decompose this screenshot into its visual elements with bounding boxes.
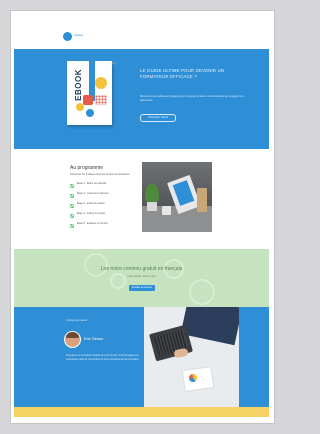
cover-dots-pattern [95,95,107,105]
laptop-photo [144,307,239,407]
programme-intro: Découvrez les 5 étapes clés pour réussir… [70,173,130,176]
list-item-text: Étape 5 : améliorer en continu [77,223,108,225]
check-icon [70,183,74,188]
list-item-text: Étape 4 : évaluer les acquis [77,213,106,215]
check-icon [70,213,74,218]
list-item: Étape 1 : définir vos objectifs [70,183,138,193]
avatar [64,331,81,348]
list-item-text: Étape 2 : concevoir le parcours [77,193,109,195]
check-icon [70,203,74,208]
ebook-title: EBOOK [74,69,83,101]
hero-heading: LE GUIDE ULTIME POUR DEVENIR UN FORMATEU… [140,68,225,79]
plant-pot-shape [147,202,157,211]
circle-logo-icon[interactable] [63,32,72,41]
green-cta-band: Lire notre contenu gratuit en français A… [14,249,269,307]
gear-decoration-icon [189,279,215,305]
squiggle-decoration-icon: 〰 [110,62,117,68]
hero-description: Découvrez les meilleures pratiques pour … [140,95,244,102]
plant-shape [145,184,159,204]
hand-shape [173,347,189,359]
author-label: À propos de l'auteur [66,319,88,322]
avatar-hair [66,332,79,338]
list-item-text: Étape 3 : animer la session [77,203,105,205]
list-item: Étape 2 : concevoir le parcours [70,193,138,203]
list-item: Étape 4 : évaluer les acquis [70,213,138,223]
list-item: Étape 5 : améliorer en continu [70,223,138,233]
gear-decoration-icon [84,253,108,277]
pen-cup-shape [197,188,207,212]
check-icon [70,193,74,198]
logo-text[interactable]: digital [74,33,83,37]
check-icon [70,223,74,228]
programme-list: Étape 1 : définir vos objectifs Étape 2 … [70,183,138,233]
green-subtitle: Accès illimité | Mises à jour [127,275,156,278]
access-content-button[interactable]: Accéder au contenu [129,285,155,291]
author-section: À propos de l'auteur Eric Simon Formateu… [14,307,269,407]
programme-section: Au programme Découvrez les 5 étapes clés… [14,149,269,249]
programme-title: Au programme [70,165,104,171]
cover-circle-shape [95,77,107,89]
desk-photo [142,162,212,232]
cover-block-shape [83,95,93,105]
landing-page: digital EBOOK 〰 LE GUIDE ULTIME POUR DEV… [14,23,269,417]
download-ebook-button[interactable]: Télécharger l'ebook [140,114,176,122]
list-item-text: Étape 1 : définir vos objectifs [77,183,107,185]
mug-shape [162,206,171,215]
cover-arc-shape [76,103,84,111]
document-shape [182,367,214,391]
cover-dot-shape [86,109,94,117]
author-name: Eric Simon [84,336,104,341]
author-bio: Formateur et consultant depuis plus de 1… [66,354,140,361]
list-item: Étape 3 : animer la session [70,203,138,213]
green-heading: Lire notre contenu gratuit en français [100,266,183,272]
top-bar: digital [14,23,269,49]
footer-bar [14,407,269,417]
ebook-cover: EBOOK [67,61,112,125]
